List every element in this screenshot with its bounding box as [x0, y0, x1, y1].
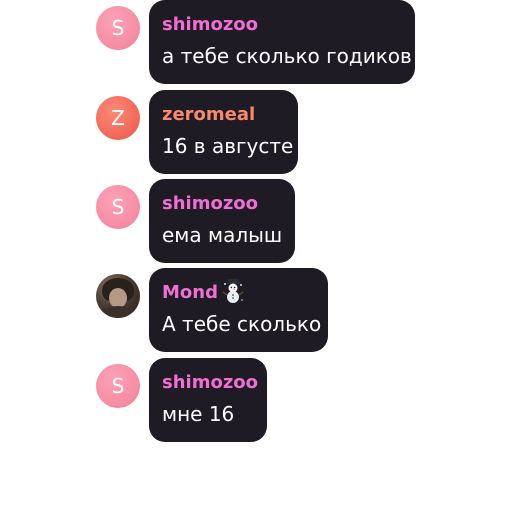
- chat-message: Mond А тебе сколько: [0, 268, 512, 352]
- snowman-icon: [222, 279, 244, 303]
- message-bubble[interactable]: shimozoo а тебе сколько годиков: [149, 0, 415, 84]
- message-bubble[interactable]: shimozoo ема малыш: [149, 179, 295, 263]
- chat-log: S shimozoo а тебе сколько годиков Z zero…: [0, 0, 512, 512]
- chat-message: S shimozoo мне 16: [0, 358, 512, 442]
- message-text: ема малыш: [162, 223, 283, 247]
- message-text: а тебе сколько годиков: [162, 44, 412, 68]
- message-text: А тебе сколько: [162, 312, 322, 336]
- avatar[interactable]: S: [96, 185, 140, 229]
- username[interactable]: zeromeal: [162, 103, 286, 127]
- message-bubble[interactable]: shimozoo мне 16: [149, 358, 267, 442]
- avatar-letter: S: [111, 374, 125, 398]
- avatar-photo-shoulder: [98, 306, 138, 318]
- avatar[interactable]: S: [96, 364, 140, 408]
- avatar-letter: S: [111, 195, 125, 219]
- avatar[interactable]: [96, 274, 140, 318]
- chat-message: S shimozoo ема малыш: [0, 179, 512, 263]
- avatar-letter: S: [111, 16, 125, 40]
- message-text: 16 в августе: [162, 134, 294, 158]
- message-bubble[interactable]: zeromeal 16 в августе: [149, 90, 298, 174]
- avatar-letter: Z: [111, 106, 125, 130]
- chat-message: Z zeromeal 16 в августе: [0, 90, 512, 174]
- username-row: Mond: [162, 279, 316, 305]
- avatar[interactable]: S: [96, 6, 140, 50]
- username[interactable]: Mond: [162, 282, 218, 303]
- username[interactable]: shimozoo: [162, 192, 283, 216]
- username[interactable]: shimozoo: [162, 13, 403, 37]
- chat-message: S shimozoo а тебе сколько годиков: [0, 0, 512, 84]
- message-text: мне 16: [162, 402, 235, 426]
- avatar-photo-face: [109, 288, 127, 308]
- message-bubble[interactable]: Mond А тебе сколько: [149, 268, 328, 352]
- username[interactable]: shimozoo: [162, 371, 258, 395]
- avatar[interactable]: Z: [96, 96, 140, 140]
